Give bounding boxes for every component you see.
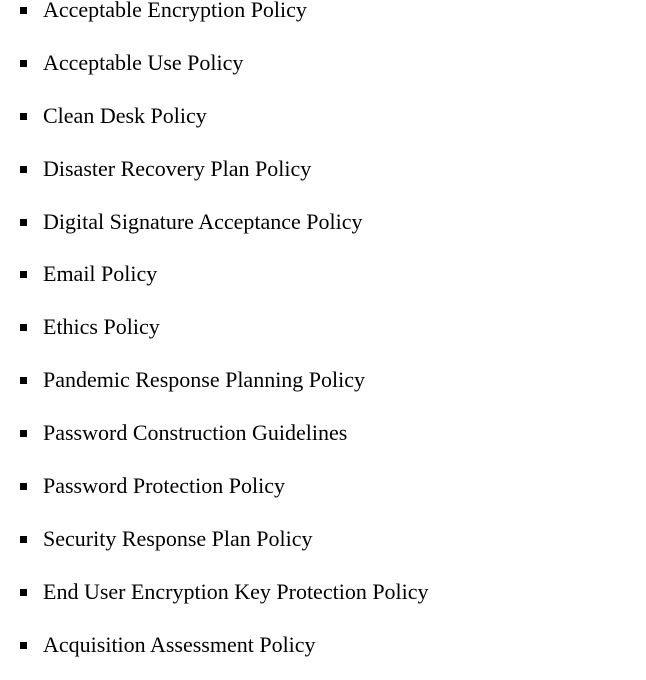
policy-link[interactable]: Disaster Recovery Plan Policy [43, 151, 311, 187]
square-bullet-icon [20, 271, 27, 279]
list-item: Security Response Plan Policy [0, 521, 646, 574]
list-item: Email Policy [0, 256, 646, 309]
list-item: Digital Signature Acceptance Policy [0, 204, 646, 257]
policy-link[interactable]: Password Protection Policy [43, 468, 285, 504]
list-item: End User Encryption Key Protection Polic… [0, 574, 646, 627]
square-bullet-icon [20, 112, 27, 120]
policy-link[interactable]: Pandemic Response Planning Policy [43, 362, 365, 398]
square-bullet-icon [20, 483, 27, 491]
policy-list: Acceptable Encryption Policy Acceptable … [0, 0, 646, 680]
list-item: Pandemic Response Planning Policy [0, 362, 646, 415]
list-item: Clean Desk Policy [0, 98, 646, 151]
square-bullet-icon [20, 218, 27, 226]
square-bullet-icon [20, 7, 27, 14]
list-item: Acceptable Encryption Policy [0, 0, 646, 45]
policy-link[interactable]: Email Policy [43, 256, 157, 292]
policy-link[interactable]: Acceptable Use Policy [43, 45, 243, 81]
square-bullet-icon [20, 430, 27, 438]
policy-link[interactable]: End User Encryption Key Protection Polic… [43, 574, 429, 610]
square-bullet-icon [20, 377, 27, 385]
policy-link[interactable]: Digital Signature Acceptance Policy [43, 204, 363, 240]
square-bullet-icon [20, 59, 27, 67]
policy-link[interactable]: Security Response Plan Policy [43, 521, 312, 557]
list-item: Ethics Policy [0, 309, 646, 362]
square-bullet-icon [20, 324, 27, 332]
list-item: Password Protection Policy [0, 468, 646, 521]
policy-link[interactable]: Password Construction Guidelines [43, 415, 347, 451]
list-item: Acquisition Assessment Policy [0, 627, 646, 680]
policy-link[interactable]: Ethics Policy [43, 309, 160, 345]
list-item: Acceptable Use Policy [0, 45, 646, 98]
square-bullet-icon [20, 588, 27, 596]
list-item: Password Construction Guidelines [0, 415, 646, 468]
policy-link[interactable]: Clean Desk Policy [43, 98, 207, 134]
square-bullet-icon [20, 165, 27, 173]
list-item: Disaster Recovery Plan Policy [0, 151, 646, 204]
policy-link[interactable]: Acceptable Encryption Policy [43, 0, 307, 28]
policy-link[interactable]: Acquisition Assessment Policy [43, 627, 316, 663]
square-bullet-icon [20, 641, 27, 649]
square-bullet-icon [20, 535, 27, 543]
